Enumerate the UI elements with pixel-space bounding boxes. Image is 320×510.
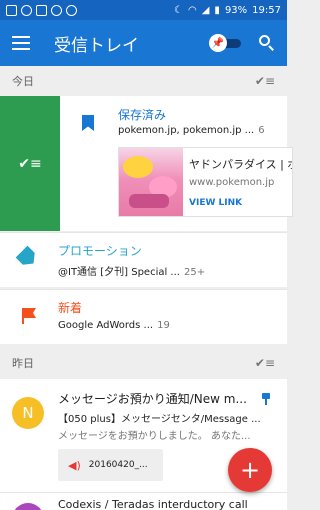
- bookmark-icon: [82, 115, 94, 131]
- line-icon: [66, 4, 77, 16]
- menu-icon[interactable]: [12, 36, 30, 50]
- battery-icon: ▮: [214, 4, 220, 16]
- tag-icon: [15, 245, 39, 269]
- bundle-title: 保存済み: [118, 108, 167, 122]
- notification-icon: [51, 4, 62, 16]
- bundle-senders: pokemon.jp, pokemon.jp ... 6: [118, 125, 265, 136]
- compose-button[interactable]: +: [228, 448, 272, 492]
- moon-icon: ☾: [174, 4, 183, 16]
- section-label: 今日: [12, 75, 34, 88]
- clock: 19:57: [252, 4, 281, 16]
- section-header-yesterday: 昨日 ✔≡: [0, 348, 287, 378]
- updates-count: 19: [157, 320, 170, 331]
- sender-avatar[interactable]: N: [12, 397, 44, 429]
- link-domain: www.pokemon.jp: [189, 177, 275, 188]
- search-icon[interactable]: [259, 35, 275, 51]
- app-bar: 受信トレイ 📌: [0, 20, 287, 66]
- updates-snippet: Google AdWords ...: [58, 320, 154, 331]
- mail-sender: 【050 plus】メッセージセンタ/Message ...: [58, 414, 261, 425]
- status-bar: ☾ ◠ ◢ ▮ 93% 19:57: [0, 0, 287, 20]
- promotions-bundle[interactable]: プロモーション @IT通信 [夕刊] Special ... 25+: [0, 232, 287, 287]
- view-link-button[interactable]: VIEW LINK: [189, 198, 242, 208]
- mail-subject: Codexis / Teradas interductory call: [58, 498, 248, 510]
- attachment-chip[interactable]: ◀) 20160420_...: [58, 449, 163, 481]
- updates-bundle[interactable]: 新着 Google AdWords ... 19: [0, 289, 287, 344]
- page-title: 受信トレイ: [54, 35, 139, 56]
- promotions-count: 25+: [183, 267, 206, 278]
- notification-icon: [6, 4, 17, 16]
- notification-icon: [21, 4, 32, 16]
- bundle-count: 6: [258, 125, 265, 136]
- flag-icon: [22, 308, 36, 324]
- link-thumbnail: [119, 148, 183, 216]
- mail-snippet: メッセージをお預かりしました。 あなた...: [58, 431, 251, 442]
- section-header-today: 今日 ✔≡: [0, 66, 287, 96]
- swipe-done-area[interactable]: ✔≡: [0, 96, 60, 231]
- pin-icon[interactable]: [262, 393, 270, 405]
- saved-bundle-card[interactable]: ✔≡ 保存済み pokemon.jp, pokemon.jp ... 6 ヤドンパ…: [0, 96, 293, 231]
- updates-snippet-line: Google AdWords ... 19: [58, 320, 170, 331]
- promotions-snippet: @IT通信 [夕刊] Special ...: [58, 267, 180, 278]
- image-icon: [36, 4, 47, 16]
- attachment-name: 20160420_...: [88, 460, 148, 470]
- pinned-toggle[interactable]: 📌: [209, 34, 241, 52]
- promotions-title: プロモーション: [58, 244, 142, 258]
- link-title: ヤドンパラダイス | ポ: [189, 158, 293, 171]
- battery-level: 93%: [224, 4, 248, 16]
- bundle-body[interactable]: 保存済み pokemon.jp, pokemon.jp ... 6 ヤドンパラダイ…: [60, 96, 293, 231]
- sweep-icon[interactable]: ✔≡: [255, 74, 275, 88]
- notification-icons: [6, 4, 77, 16]
- audio-icon: ◀): [68, 458, 81, 472]
- sweep-icon[interactable]: ✔≡: [255, 356, 275, 370]
- section-label: 昨日: [12, 357, 34, 370]
- link-preview[interactable]: ヤドンパラダイス | ポ www.pokemon.jp VIEW LINK: [118, 147, 293, 217]
- promotions-snippet-line: @IT通信 [夕刊] Special ... 25+: [58, 263, 205, 278]
- mail-subject: メッセージお預かり通知/New m...: [58, 392, 247, 406]
- sweep-icon: ✔≡: [18, 155, 42, 172]
- mail-item[interactable]: Codexis / Teradas interductory call: [0, 492, 287, 510]
- pin-icon: 📌: [209, 34, 227, 52]
- wifi-icon: ◠: [187, 4, 197, 16]
- signal-icon: ◢: [201, 4, 210, 16]
- sender-avatar[interactable]: [12, 503, 44, 510]
- bundle-senders-text: pokemon.jp, pokemon.jp ...: [118, 125, 255, 136]
- updates-title: 新着: [58, 301, 83, 315]
